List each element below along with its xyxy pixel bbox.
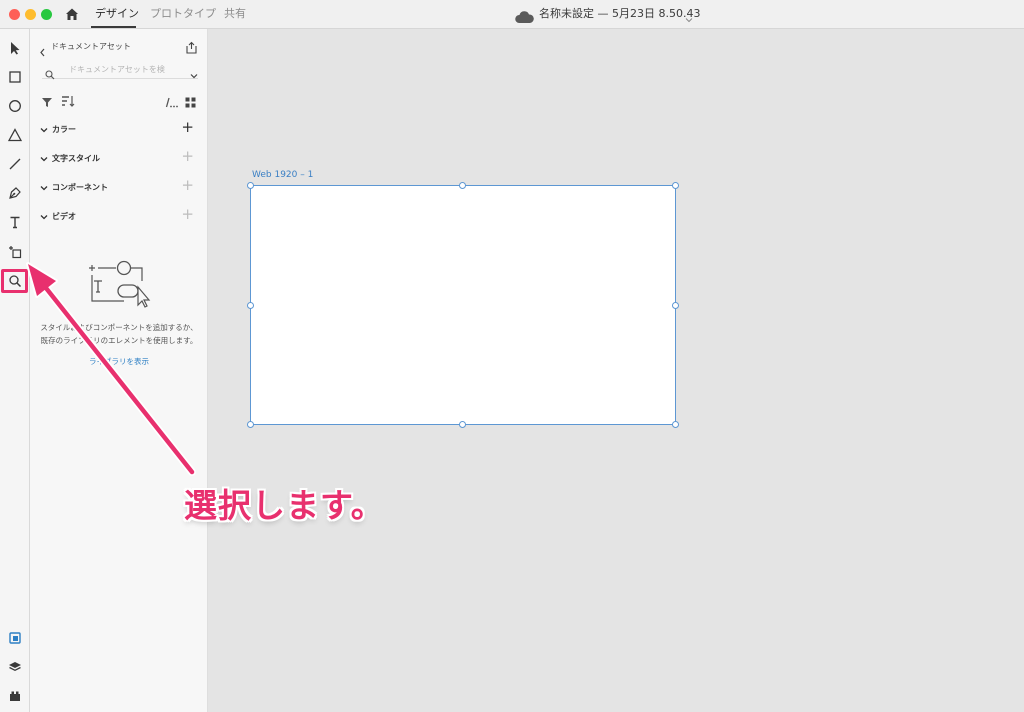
annotation-text: 選択します。 — [184, 486, 385, 525]
annotation-arrow-icon — [26, 262, 196, 476]
